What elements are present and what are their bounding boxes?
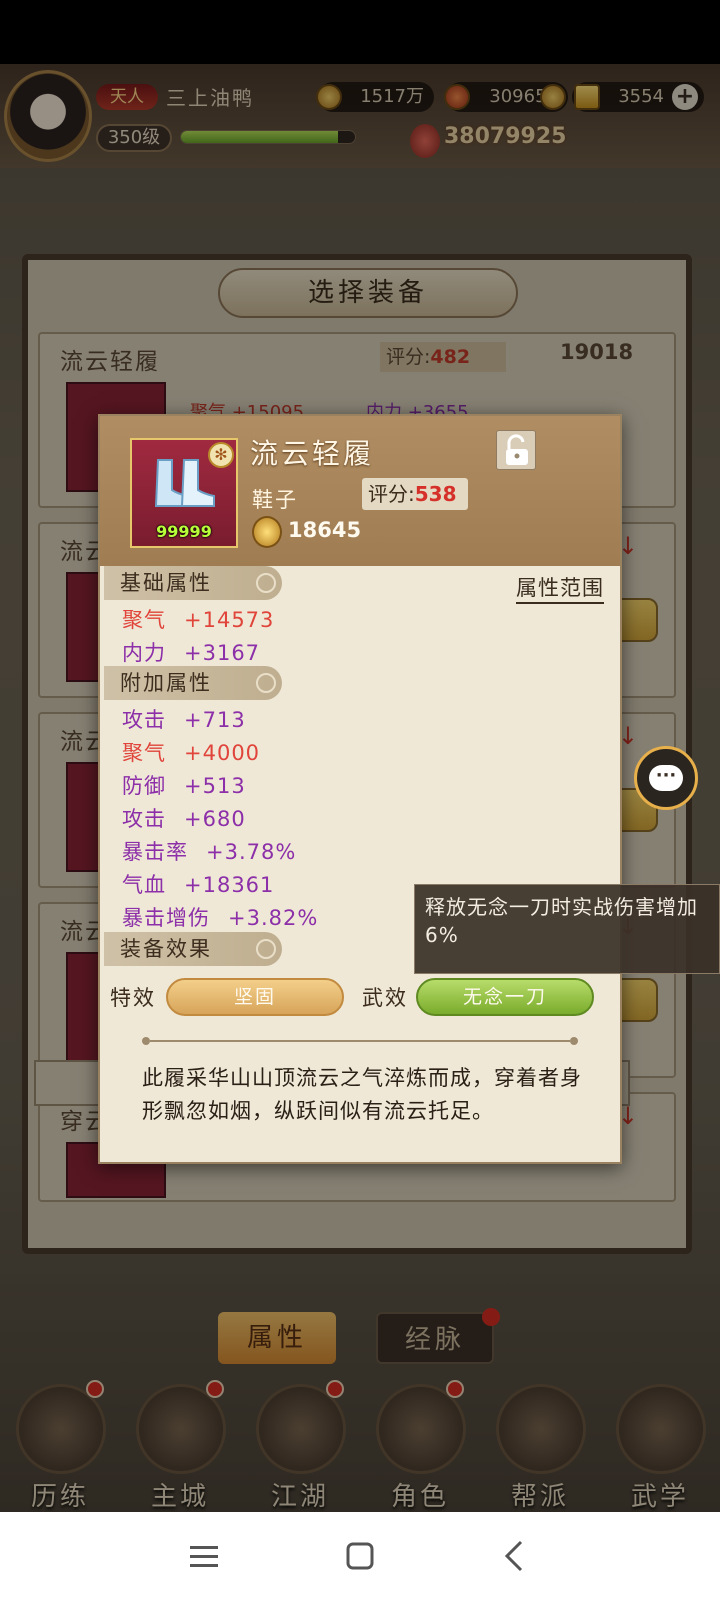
home-icon[interactable] — [338, 1534, 382, 1578]
chat-button[interactable]: ··· — [634, 746, 698, 810]
attribute-row: 气血 +18361 — [122, 869, 274, 899]
unlock-button[interactable] — [496, 430, 536, 470]
recent-apps-icon[interactable] — [182, 1534, 226, 1578]
unlock-icon — [506, 434, 528, 465]
item-score: 评分:538 — [362, 478, 468, 510]
swirl-ornament-icon — [256, 573, 276, 593]
attr-value: +18361 — [184, 873, 275, 897]
swirl-ornament-icon — [256, 939, 276, 959]
attr-value: +14573 — [184, 608, 275, 632]
martial-effect-label: 武效 — [362, 986, 408, 1010]
quality-star-icon: ✻ — [208, 442, 234, 468]
attribute-row: 聚气 +14573 — [122, 604, 274, 634]
attr-name: 暴击率 — [122, 840, 188, 864]
attribute-range-link[interactable]: 属性范围 — [516, 572, 604, 604]
special-effect-label: 特效 — [110, 986, 156, 1010]
attr-value: +4000 — [184, 741, 261, 765]
divider — [150, 1040, 570, 1042]
attribute-row: 聚气 +4000 — [122, 737, 260, 767]
attr-name: 聚气 — [122, 608, 166, 632]
item-name: 流云轻履 — [250, 437, 375, 470]
martial-effect-button[interactable]: 无念一刀 — [416, 978, 594, 1016]
attr-name: 气血 — [122, 873, 166, 897]
status-bar — [0, 0, 720, 64]
attr-value: +3.82% — [228, 906, 319, 930]
divider-dot — [142, 1037, 150, 1045]
base-attributes-header: 基础属性 — [104, 566, 282, 600]
section-title: 基础属性 — [120, 571, 212, 595]
item-icon: ✻ 99999 — [130, 438, 238, 548]
item-score-label: 评分: — [368, 482, 415, 506]
section-title: 装备效果 — [120, 937, 212, 961]
effect-tooltip: 释放无念一刀时实战伤害增加6% — [414, 884, 720, 974]
divider-dot — [570, 1037, 578, 1045]
attr-name: 聚气 — [122, 741, 166, 765]
attr-value: +3.78% — [206, 840, 297, 864]
item-header: ✻ 99999 流云轻履 鞋子 评分:538 18645 — [100, 416, 620, 566]
system-nav-bar — [0, 1512, 720, 1600]
attribute-row: 内力 +3167 — [122, 637, 260, 667]
attr-name: 内力 — [122, 641, 166, 665]
attribute-row: 防御 +513 — [122, 770, 246, 800]
equipment-effect-header: 装备效果 — [104, 932, 282, 966]
attribute-row: 暴击率 +3.78% — [122, 836, 296, 866]
attr-name: 暴击增伤 — [122, 906, 210, 930]
swirl-ornament-icon — [256, 673, 276, 693]
boots-icon — [154, 459, 215, 507]
attr-name: 攻击 — [122, 708, 166, 732]
back-icon[interactable] — [494, 1534, 538, 1578]
power-icon — [252, 516, 282, 548]
section-title: 附加属性 — [120, 671, 212, 695]
attribute-row: 攻击 +713 — [122, 704, 246, 734]
chat-dots: ··· — [655, 765, 677, 786]
attr-name: 攻击 — [122, 807, 166, 831]
special-effect-button[interactable]: 坚固 — [166, 978, 344, 1016]
item-score-value: 538 — [414, 482, 457, 506]
attr-value: +713 — [184, 708, 246, 732]
attribute-row: 暴击增伤 +3.82% — [122, 902, 318, 932]
attr-name: 防御 — [122, 774, 166, 798]
item-count: 99999 — [156, 522, 212, 541]
item-type: 鞋子 — [252, 488, 298, 512]
attr-value: +513 — [184, 774, 246, 798]
attribute-row: 攻击 +680 — [122, 803, 246, 833]
attr-value: +3167 — [184, 641, 261, 665]
item-description: 此履采华山山顶流云之气淬炼而成，穿着者身形飘忽如烟，纵跃间似有流云托足。 — [142, 1066, 582, 1123]
attr-value: +680 — [184, 807, 246, 831]
item-power: 18645 — [288, 518, 362, 542]
extra-attributes-header: 附加属性 — [104, 666, 282, 700]
item-detail-popup: ✻ 99999 流云轻履 鞋子 评分:538 18645 基础属性 属性范围 聚… — [98, 414, 622, 1164]
